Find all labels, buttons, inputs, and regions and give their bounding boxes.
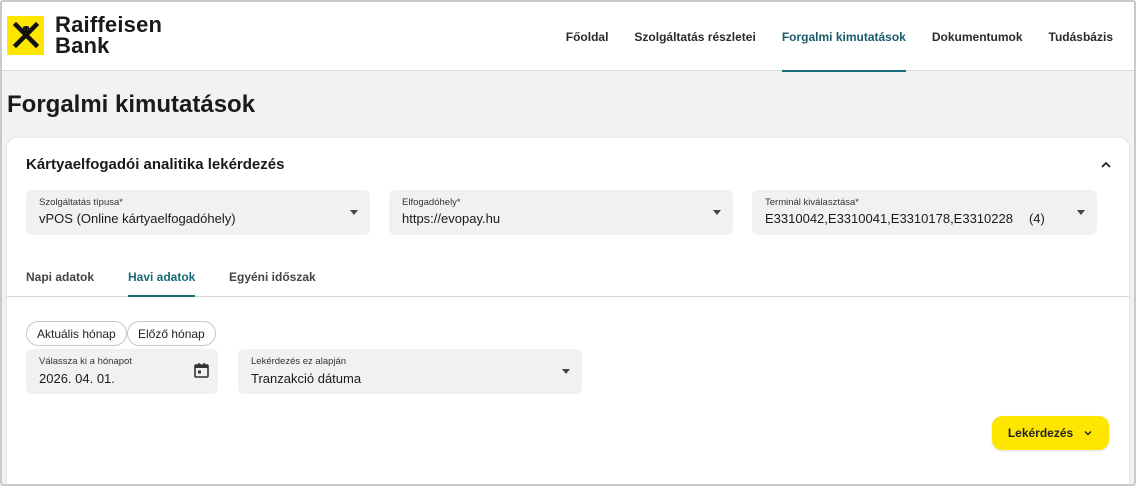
card-title: Kártyaelfogadói analitika lekérdezés [26, 156, 285, 173]
dropdown-arrow-icon [1077, 210, 1085, 215]
nav-item-transaction-reports[interactable]: Forgalmi kimutatások [781, 2, 906, 72]
query-basis-value: Tranzakció dátuma [251, 371, 362, 386]
month-picker-label: Válassza ki a hónapot [39, 356, 132, 367]
dropdown-arrow-icon [562, 369, 570, 374]
chevron-up-icon[interactable] [1099, 158, 1113, 172]
acceptance-point-label: Elfogadóhely* [402, 197, 461, 208]
terminal-value: E3310042,E3310041,E3310178,E3310228 (4) [765, 211, 1045, 226]
nav-item-knowledge-base[interactable]: Tudásbázis [1049, 2, 1113, 71]
tab-custom-period[interactable]: Egyéni időszak [229, 270, 316, 297]
service-type-value: vPOS (Online kártyaelfogadóhely) [39, 211, 236, 226]
bank-name: Raiffeisen Bank [55, 12, 163, 58]
calendar-icon[interactable] [193, 362, 210, 379]
app-window: Raiffeisen Bank Főoldal Szolgáltatás rés… [0, 0, 1136, 486]
nav-item-home[interactable]: Főoldal [566, 2, 609, 71]
service-type-select[interactable]: Szolgáltatás típusa* vPOS (Online kártya… [26, 190, 370, 235]
raiffeisen-gable-cross-icon [7, 15, 44, 55]
month-picker-value: 2026. 04. 01. [39, 371, 115, 386]
terminal-list: E3310042,E3310041,E3310178,E3310228 [765, 211, 1013, 226]
previous-month-chip[interactable]: Előző hónap [127, 321, 216, 346]
terminal-count: (4) [1028, 211, 1045, 226]
query-basis-select[interactable]: Lekérdezés ez alapján Tranzakció dátuma [238, 349, 582, 394]
current-month-chip[interactable]: Aktuális hónap [26, 321, 127, 346]
analytics-query-card: Kártyaelfogadói analitika lekérdezés Szo… [7, 138, 1129, 484]
period-tabs: Napi adatok Havi adatok Egyéni időszak [7, 256, 1129, 297]
nav-item-service-details[interactable]: Szolgáltatás részletei [634, 2, 755, 71]
dropdown-arrow-icon [713, 210, 721, 215]
query-button-label: Lekérdezés [1007, 426, 1074, 440]
nav-item-documents[interactable]: Dokumentumok [932, 2, 1023, 71]
bank-name-line1: Raiffeisen [55, 12, 163, 37]
terminal-label: Terminál kiválasztása* [765, 197, 859, 208]
month-picker[interactable]: Válassza ki a hónapot 2026. 04. 01. [26, 349, 218, 394]
tab-daily[interactable]: Napi adatok [26, 270, 94, 297]
chevron-down-icon [1084, 431, 1092, 436]
dropdown-arrow-icon [350, 210, 358, 215]
top-header: Raiffeisen Bank Főoldal Szolgáltatás rés… [2, 2, 1134, 72]
bank-logo[interactable]: Raiffeisen Bank [7, 12, 163, 58]
main-nav: Főoldal Szolgáltatás részletei Forgalmi … [540, 2, 1113, 72]
bank-name-line2: Bank [55, 33, 110, 58]
acceptance-point-value: https://evopay.hu [402, 211, 501, 226]
terminal-select[interactable]: Terminál kiválasztása* E3310042,E3310041… [752, 190, 1097, 235]
service-type-label: Szolgáltatás típusa* [39, 197, 123, 208]
page-title: Forgalmi kimutatások [7, 91, 256, 118]
acceptance-point-select[interactable]: Elfogadóhely* https://evopay.hu [389, 190, 733, 235]
query-basis-label: Lekérdezés ez alapján [251, 356, 347, 367]
query-button[interactable]: Lekérdezés [992, 416, 1109, 450]
tab-monthly[interactable]: Havi adatok [128, 270, 196, 297]
